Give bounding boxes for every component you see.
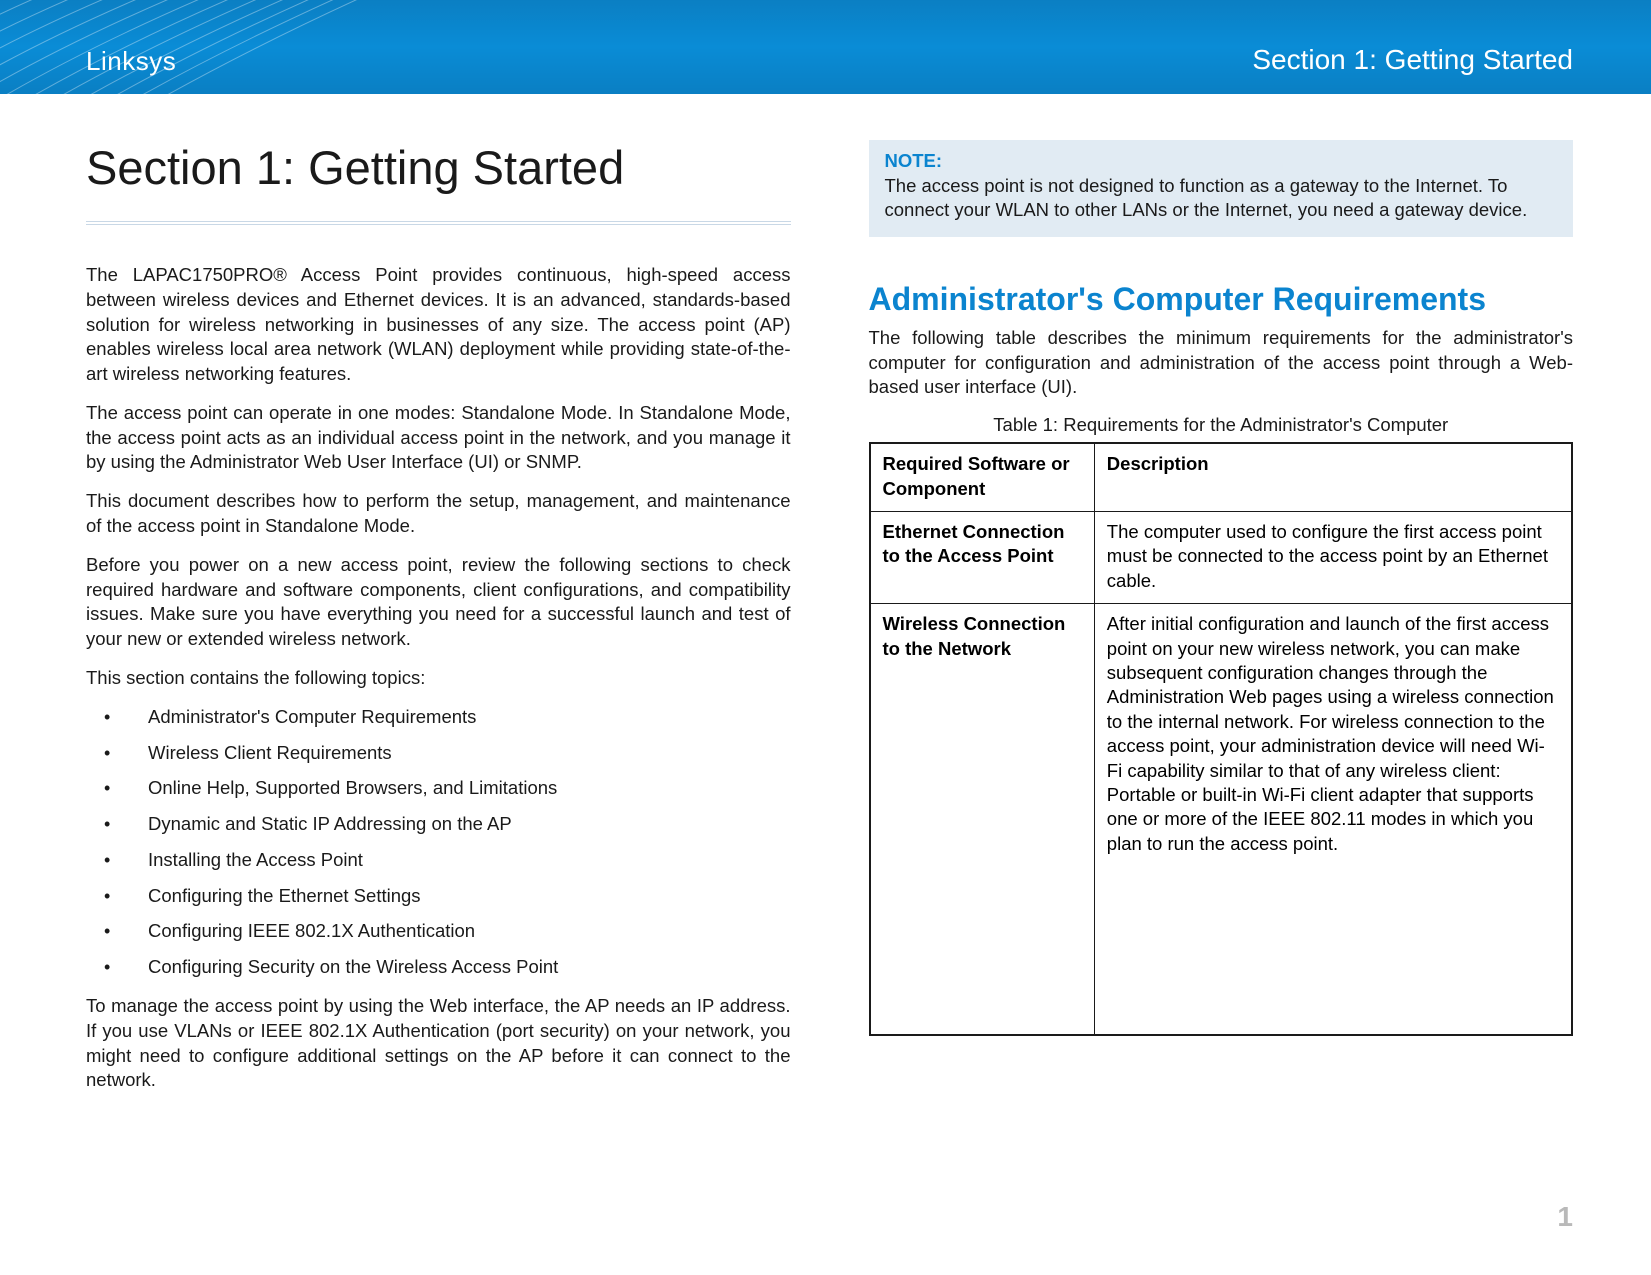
topic-list: Administrator's Computer Requirements Wi… — [86, 705, 791, 980]
table-cell: Wireless Connection to the Network — [870, 604, 1095, 1036]
paragraph: This section contains the following topi… — [86, 666, 791, 691]
paragraph: The LAPAC1750PRO® Access Point provides … — [86, 263, 791, 387]
note-body: The access point is not designed to func… — [885, 174, 1558, 223]
header-section-label: Section 1: Getting Started — [1252, 44, 1573, 76]
table-header-cell: Required Software or Component — [870, 443, 1095, 511]
table-cell: After initial configuration and launch o… — [1094, 604, 1572, 1036]
paragraph: To manage the access point by using the … — [86, 994, 791, 1093]
list-item: Online Help, Supported Browsers, and Lim… — [86, 776, 791, 801]
list-item: Dynamic and Static IP Addressing on the … — [86, 812, 791, 837]
requirements-table: Required Software or Component Descripti… — [869, 442, 1574, 1036]
table-cell: Ethernet Connection to the Access Point — [870, 511, 1095, 603]
table-cell-text: After initial configuration and launch o… — [1107, 613, 1554, 854]
brand-label: Linksys — [86, 46, 176, 77]
table-cell: The computer used to configure the first… — [1094, 511, 1572, 603]
page-number: 1 — [1557, 1201, 1573, 1233]
list-item: Configuring IEEE 802.1X Authentication — [86, 919, 791, 944]
table-row: Wireless Connection to the Network After… — [870, 604, 1573, 1036]
table-header-cell: Description — [1094, 443, 1572, 511]
table-row: Ethernet Connection to the Access Point … — [870, 511, 1573, 603]
paragraph: The following table describes the minimu… — [869, 326, 1574, 400]
paragraph: This document describes how to perform t… — [86, 489, 791, 539]
list-item: Installing the Access Point — [86, 848, 791, 873]
right-column: NOTE: The access point is not designed t… — [869, 140, 1574, 1107]
table-header-row: Required Software or Component Descripti… — [870, 443, 1573, 511]
left-column: Section 1: Getting Started The LAPAC1750… — [86, 140, 791, 1107]
page-header: Linksys Section 1: Getting Started — [0, 0, 1651, 94]
list-item: Configuring the Ethernet Settings — [86, 884, 791, 909]
page-content: Section 1: Getting Started The LAPAC1750… — [0, 94, 1651, 1107]
list-item: Configuring Security on the Wireless Acc… — [86, 955, 791, 980]
list-item: Administrator's Computer Requirements — [86, 705, 791, 730]
list-item: Wireless Client Requirements — [86, 741, 791, 766]
note-title: NOTE: — [885, 150, 1558, 172]
note-box: NOTE: The access point is not designed t… — [869, 140, 1574, 237]
table-caption: Table 1: Requirements for the Administra… — [869, 414, 1574, 436]
section-title: Section 1: Getting Started — [86, 140, 791, 195]
subsection-heading: Administrator's Computer Requirements — [869, 281, 1574, 318]
paragraph: Before you power on a new access point, … — [86, 553, 791, 652]
header-decoration — [0, 0, 400, 94]
table-cell-padding — [1107, 856, 1559, 1024]
divider — [86, 221, 791, 225]
paragraph: The access point can operate in one mode… — [86, 401, 791, 475]
